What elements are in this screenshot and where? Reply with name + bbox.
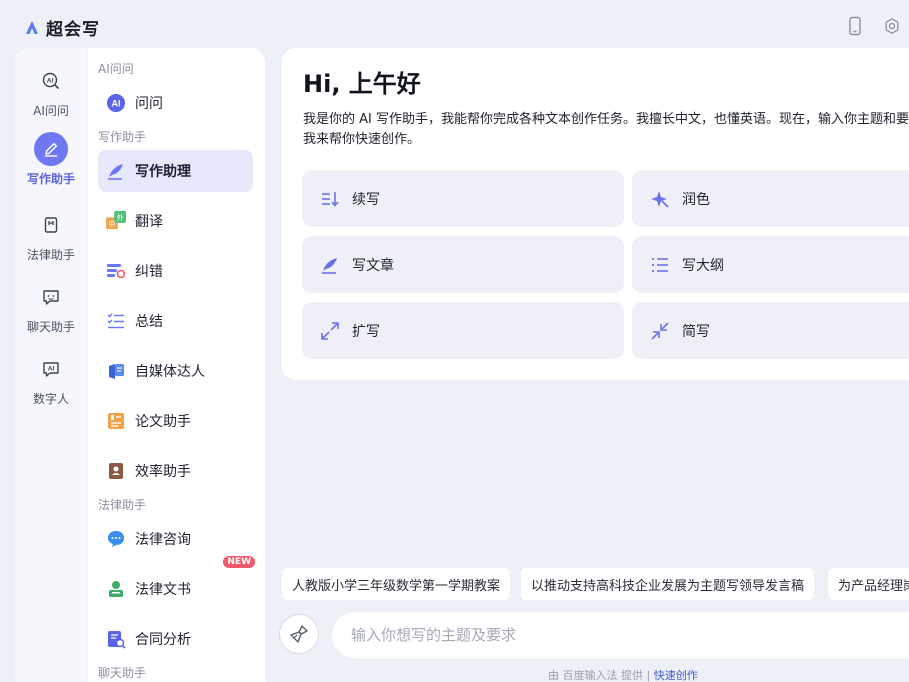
expand-icon — [321, 321, 339, 340]
secondary-sidebar: AI问问 AI 问问 写作助手 写作助理 外中 翻译 纠错 总结 自媒体达人 论… — [88, 48, 265, 682]
proofread-icon — [107, 264, 126, 279]
nav-item-label: 自媒体达人 — [135, 364, 205, 380]
nav-item-law-consult[interactable]: 法律咨询 — [98, 518, 253, 560]
rail-label: 数字人 — [32, 392, 69, 406]
section-title-law: 法律助手 — [98, 498, 147, 512]
nav-item-translate[interactable]: 外中 翻译 — [98, 200, 253, 242]
tool-label: 扩写 — [352, 323, 380, 340]
rail-label: 写作助手 — [26, 172, 75, 186]
nav-item-label: 法律咨询 — [135, 532, 191, 548]
rail-item-law[interactable]: 法律助手 — [15, 208, 87, 263]
rail-label: 法律助手 — [26, 248, 75, 262]
consult-icon — [108, 531, 124, 547]
tool-outline[interactable]: 写大纲 — [632, 236, 909, 293]
rail-item-writing[interactable]: 写作助手 — [15, 132, 87, 187]
tool-polish[interactable]: 润色 — [632, 170, 909, 227]
suggestion-chip[interactable]: 为产品经理岗 — [828, 568, 909, 600]
quill-icon — [108, 164, 123, 180]
quick-create-link[interactable]: 快速创作 — [654, 669, 698, 682]
efficiency-icon — [109, 463, 123, 479]
nav-item-contract[interactable]: 合同分析 — [98, 618, 253, 660]
nav-item-paper[interactable]: 论文助手 — [98, 400, 253, 442]
chat-icon — [34, 280, 68, 314]
svg-text:AI: AI — [47, 78, 54, 85]
tool-label: 简写 — [682, 323, 710, 340]
phone-icon[interactable] — [846, 16, 864, 36]
footer-credit: 由 百度输入法 提供 | 快速创作 — [548, 667, 698, 682]
svg-text:AI: AI — [112, 99, 121, 109]
rail-label: 聊天助手 — [26, 320, 75, 334]
app-logo: 超会写 — [24, 15, 100, 40]
nav-item-label: 纠错 — [135, 264, 163, 280]
new-badge: NEW — [223, 556, 255, 568]
footer-prefix: 由 百度输入法 提供 — [548, 669, 643, 682]
nav-item-label: 问问 — [135, 96, 163, 112]
tool-label: 续写 — [352, 191, 380, 208]
nav-item-ask[interactable]: AI 问问 — [98, 82, 253, 124]
nav-item-label: 翻译 — [135, 214, 163, 230]
nav-item-label: 效率助手 — [135, 464, 191, 480]
suggestion-chip[interactable]: 以推动支持高科技企业发展为主题写领导发言稿 — [521, 568, 815, 600]
tool-continue[interactable]: 续写 — [302, 170, 624, 227]
intro-text: 我是你的 AI 写作助手，我能帮你完成各种文本创作任务。我擅长中文，也懂英语。现… — [303, 112, 909, 147]
tool-write-article[interactable]: 写文章 — [302, 236, 624, 293]
checklist-icon — [107, 313, 124, 329]
nav-item-writing-assistant[interactable]: 写作助理 — [98, 150, 253, 192]
svg-text:外: 外 — [116, 213, 124, 222]
law-book-icon — [34, 208, 68, 242]
media-icon — [109, 364, 124, 379]
nav-item-media[interactable]: 自媒体达人 — [98, 350, 253, 392]
rail-item-ai-ask[interactable]: AI AI问问 — [15, 64, 87, 119]
section-title-chat: 聊天助手 — [98, 666, 147, 680]
clear-brush-button[interactable] — [279, 614, 319, 654]
digital-human-icon: AI — [34, 352, 68, 386]
tool-expand[interactable]: 扩写 — [302, 302, 624, 359]
contract-icon — [108, 631, 126, 649]
ai-ask-icon: AI — [34, 64, 68, 98]
legal-doc-icon — [109, 581, 123, 597]
section-title-writing: 写作助手 — [98, 130, 147, 144]
greeting-title: Hi, 上午好 — [303, 70, 421, 98]
nav-item-label: 写作助理 — [135, 164, 191, 180]
nav-item-label: 法律文书 — [135, 582, 191, 598]
settings-icon[interactable] — [883, 16, 901, 36]
ai-badge-icon: AI — [107, 94, 125, 112]
quill-icon — [322, 257, 337, 274]
pen-icon — [34, 132, 68, 166]
primary-sidebar: AI AI问问 写作助手 法律助手 聊天助手 AI 数字人 — [15, 48, 87, 682]
nav-item-legal-doc[interactable]: 法律文书 NEW — [98, 556, 255, 610]
section-title-ai-ask: AI问问 — [98, 62, 134, 76]
footer-separator: | — [646, 669, 651, 682]
rail-label: AI问问 — [33, 104, 69, 118]
tool-label: 写大纲 — [682, 257, 724, 274]
paper-icon — [108, 413, 124, 429]
sparkle-icon — [651, 190, 669, 208]
nav-item-summary[interactable]: 总结 — [98, 300, 253, 342]
continue-icon — [322, 191, 339, 207]
svg-text:AI: AI — [48, 366, 55, 373]
logo-icon — [26, 20, 38, 34]
main-panel: Hi, 上午好 我是你的 AI 写作助手，我能帮你完成各种文本创作任务。我擅长中… — [282, 48, 909, 380]
brush-icon — [290, 625, 308, 643]
top-bar: 超会写 — [0, 0, 909, 50]
tool-label: 润色 — [682, 191, 710, 208]
svg-text:中: 中 — [108, 219, 115, 228]
nav-item-proofread[interactable]: 纠错 — [98, 250, 253, 292]
suggestion-chip[interactable]: 人教版小学三年级数学第一学期教案 — [282, 568, 511, 600]
translate-icon: 外中 — [106, 211, 126, 230]
tool-shrink[interactable]: 简写 — [632, 302, 909, 359]
tool-label: 写文章 — [352, 257, 394, 274]
app-name: 超会写 — [46, 20, 100, 40]
shrink-icon — [651, 321, 669, 340]
outline-icon — [652, 257, 668, 272]
nav-item-label: 合同分析 — [135, 632, 191, 648]
rail-item-chat[interactable]: 聊天助手 — [15, 280, 87, 335]
nav-item-label: 论文助手 — [135, 414, 191, 430]
nav-item-label: 总结 — [135, 314, 163, 330]
nav-item-efficiency[interactable]: 效率助手 — [98, 450, 253, 492]
rail-item-digital-human[interactable]: AI 数字人 — [15, 352, 87, 407]
topic-input[interactable] — [332, 612, 909, 658]
